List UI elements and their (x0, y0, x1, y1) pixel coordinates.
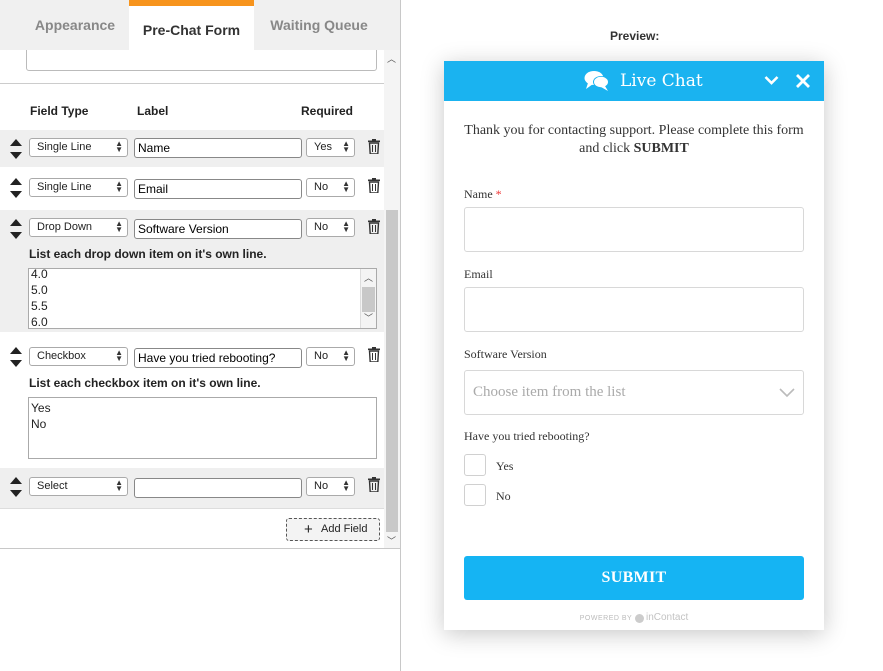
list-item: 4.0 (31, 268, 48, 281)
field-type-select[interactable]: Select ▲ ▼ (29, 477, 128, 496)
software-version-label: Software Version (464, 347, 547, 361)
email-label: Email (464, 267, 493, 281)
chat-bubbles-icon (584, 71, 609, 91)
select-arrows-icon: ▲ ▼ (115, 219, 123, 234)
column-header-required: Required (301, 104, 354, 118)
select-arrows-icon: ▲ ▼ (115, 139, 123, 154)
field-row-new: Select ▲ ▼ No ▲ ▼ (0, 468, 384, 508)
select-arrows-icon: ▲ ▼ (342, 478, 350, 493)
list-item: 6.0 (31, 315, 48, 329)
chat-header: Live Chat (444, 61, 824, 101)
scroll-up-icon[interactable]: ︿ (387, 52, 396, 65)
drag-handle-icon[interactable] (10, 347, 22, 367)
name-input[interactable] (464, 207, 804, 252)
form-editor-panel: Appearance Pre-Chat Form Waiting Queue F… (0, 0, 401, 671)
software-version-select[interactable]: Choose item from the list (464, 370, 804, 415)
minimize-chevron-icon[interactable] (764, 75, 779, 86)
select-arrows-icon: ▲ ▼ (342, 219, 350, 234)
incontact-logo-icon (634, 613, 644, 623)
submit-button[interactable]: SUBMIT (464, 556, 804, 600)
name-label: Name * (464, 187, 502, 201)
select-arrows-icon: ▲ ▼ (115, 179, 123, 194)
field-type-select[interactable]: Single Line ▲ ▼ (29, 138, 128, 157)
chat-title: Live Chat (620, 71, 703, 91)
previous-textarea[interactable] (26, 50, 377, 71)
email-input[interactable] (464, 287, 804, 332)
select-arrows-icon: ▲ ▼ (342, 179, 350, 194)
checkbox-items-hint: List each checkbox item on it's own line… (29, 376, 261, 390)
tab-pre-chat-form[interactable]: Pre-Chat Form (129, 0, 254, 50)
field-label-input[interactable]: Name (134, 138, 302, 158)
required-select[interactable]: No ▲ ▼ (306, 347, 355, 366)
select-arrows-icon: ▲ ▼ (115, 478, 123, 493)
field-row-email: Single Line ▲ ▼ Email No ▲ ▼ (0, 170, 384, 207)
close-icon[interactable] (795, 73, 811, 89)
tab-waiting-queue[interactable]: Waiting Queue (254, 0, 384, 50)
powered-by: POWERED BY inContact (579, 612, 689, 623)
chat-widget-preview: Live Chat Thank you for contacting suppo… (444, 61, 824, 630)
required-select[interactable]: No ▲ ▼ (306, 218, 355, 237)
intro-text: Thank you for contacting support. Please… (464, 123, 804, 156)
required-select[interactable]: No ▲ ▼ (306, 477, 355, 496)
field-label-input[interactable]: Software Version (134, 219, 302, 239)
field-row-reboot: Checkbox ▲ ▼ Have you tried rebooting? No ▲… (0, 338, 384, 466)
required-select[interactable]: No ▲ ▼ (306, 178, 355, 197)
select-arrows-icon: ▲ ▼ (115, 348, 123, 363)
preview-label: Preview: (610, 29, 660, 43)
trash-icon[interactable] (368, 347, 380, 362)
panel-scrollbar[interactable]: ︿ ﹀ (384, 50, 400, 548)
dropdown-items-hint: List each drop down item on it's own lin… (29, 247, 267, 261)
dropdown-items-textarea[interactable]: 4.0 5.0 5.5 6.0 ︿ ﹀ (28, 268, 377, 329)
chevron-down-icon (779, 388, 795, 398)
field-row-name: Single Line ▲ ▼ Name Yes ▲ ▼ (0, 130, 384, 167)
tab-bar: Appearance Pre-Chat Form Waiting Queue (0, 0, 400, 50)
field-type-select[interactable]: Single Line ▲ ▼ (29, 178, 128, 197)
plus-icon: + (304, 521, 313, 538)
reboot-no-label: No (496, 489, 511, 503)
select-arrows-icon: ▲ ▼ (342, 139, 350, 154)
fields-scroll-area: Field Type Label Required Single Line ▲ ▼ … (0, 50, 400, 549)
field-label-input[interactable]: Have you tried rebooting? (134, 348, 302, 368)
list-item: 5.5 (31, 299, 48, 313)
select-arrows-icon: ▲ ▼ (342, 348, 350, 363)
divider (0, 83, 384, 84)
trash-icon[interactable] (368, 477, 380, 492)
field-label-input[interactable]: Email (134, 179, 302, 199)
reboot-yes-label: Yes (496, 459, 514, 473)
scroll-down-icon[interactable]: ﹀ (387, 534, 396, 547)
textarea-scrollbar[interactable]: ︿ ﹀ (360, 269, 376, 328)
add-field-button[interactable]: + Add Field (286, 518, 380, 541)
field-type-select[interactable]: Drop Down ▲ ▼ (29, 218, 128, 237)
reboot-label: Have you tried rebooting? (464, 429, 590, 443)
trash-icon[interactable] (368, 219, 380, 234)
trash-icon[interactable] (368, 178, 380, 193)
reboot-yes-checkbox[interactable] (464, 454, 486, 476)
reboot-no-checkbox[interactable] (464, 484, 486, 506)
list-item: Yes (31, 401, 51, 415)
scrollbar-thumb[interactable] (386, 210, 398, 532)
drag-handle-icon[interactable] (10, 139, 22, 159)
field-label-input[interactable] (134, 478, 302, 498)
field-row-software-version: Drop Down ▲ ▼ Software Version No ▲ ▼ List e… (0, 210, 384, 332)
column-header-field-type: Field Type (30, 104, 89, 118)
trash-icon[interactable] (368, 139, 380, 154)
drag-handle-icon[interactable] (10, 219, 22, 239)
list-item: No (31, 417, 47, 431)
tab-appearance[interactable]: Appearance (0, 0, 150, 50)
drag-handle-icon[interactable] (10, 477, 22, 497)
list-item: 5.0 (31, 283, 48, 297)
column-header-label: Label (137, 104, 169, 118)
field-type-select[interactable]: Checkbox ▲ ▼ (29, 347, 128, 366)
drag-handle-icon[interactable] (10, 178, 22, 198)
required-select[interactable]: Yes ▲ ▼ (306, 138, 355, 157)
checkbox-items-textarea[interactable]: Yes No (28, 397, 377, 459)
divider (0, 508, 384, 509)
